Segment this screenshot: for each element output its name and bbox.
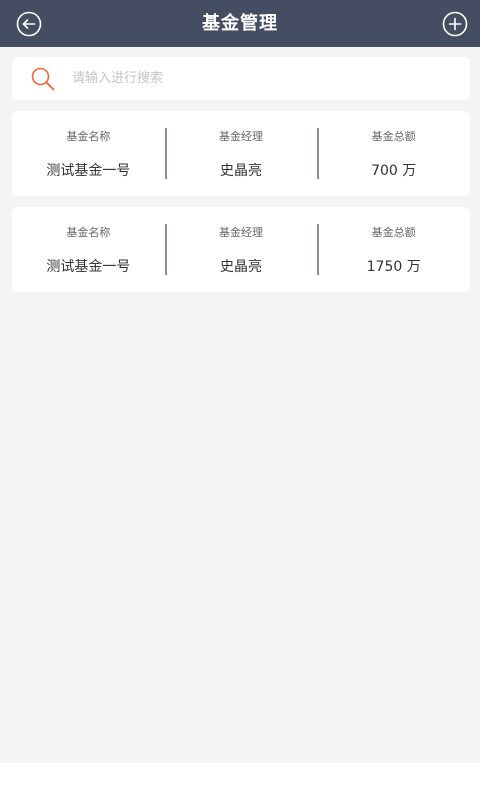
top-nav-bar: 基金管理 bbox=[0, 0, 480, 47]
fund-amount-column: 基金总额 700 万 bbox=[317, 111, 470, 196]
add-fund-button[interactable] bbox=[442, 11, 468, 37]
search-input[interactable] bbox=[72, 57, 460, 100]
fund-manager-label: 基金经理 bbox=[219, 130, 263, 143]
add-circle-icon bbox=[442, 11, 468, 37]
search-icon bbox=[31, 67, 55, 91]
fund-manager-value: 史晶亮 bbox=[220, 163, 262, 179]
fund-card[interactable]: 基金名称 测试基金一号 基金经理 史晶亮 基金总额 1750 万 bbox=[12, 207, 470, 292]
fund-card[interactable]: 基金名称 测试基金一号 基金经理 史晶亮 基金总额 700 万 bbox=[12, 111, 470, 196]
app-screen: 基金管理 基金名称 测试基金一号 基金经理 史晶亮 bbox=[0, 0, 480, 763]
fund-name-value: 测试基金一号 bbox=[46, 259, 131, 275]
fund-amount-column: 基金总额 1750 万 bbox=[317, 207, 470, 292]
fund-name-value: 测试基金一号 bbox=[46, 163, 131, 179]
fund-amount-value: 1750 万 bbox=[366, 259, 421, 275]
fund-manager-column: 基金经理 史晶亮 bbox=[164, 111, 318, 196]
fund-name-label: 基金名称 bbox=[66, 226, 111, 239]
fund-manager-column: 基金经理 史晶亮 bbox=[164, 207, 318, 292]
fund-amount-value: 700 万 bbox=[371, 163, 417, 179]
page-title: 基金管理 bbox=[202, 13, 278, 34]
fund-manager-label: 基金经理 bbox=[219, 226, 263, 239]
fund-name-column: 基金名称 测试基金一号 bbox=[12, 207, 165, 292]
fund-amount-label: 基金总额 bbox=[371, 130, 416, 143]
fund-list: 基金名称 测试基金一号 基金经理 史晶亮 基金总额 700 万 基金名称 测试基… bbox=[12, 111, 470, 303]
fund-manager-value: 史晶亮 bbox=[220, 259, 262, 275]
fund-amount-label: 基金总额 bbox=[371, 226, 416, 239]
fund-name-label: 基金名称 bbox=[66, 130, 111, 143]
search-bar bbox=[12, 57, 470, 100]
fund-name-column: 基金名称 测试基金一号 bbox=[12, 111, 165, 196]
